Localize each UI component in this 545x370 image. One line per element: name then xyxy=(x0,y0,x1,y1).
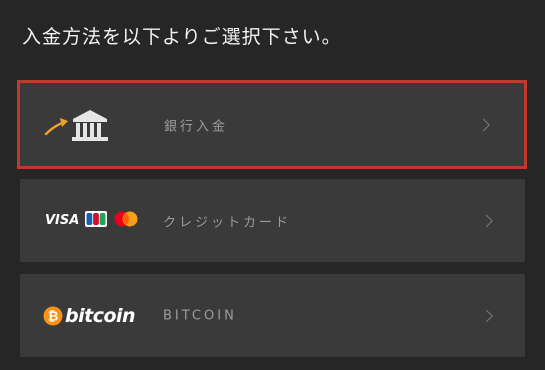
card-brand-logos: VISA xyxy=(45,210,139,231)
jcb-logo xyxy=(85,210,108,231)
chevron-right-icon xyxy=(477,118,490,131)
page-title: 入金方法を以下よりご選択下さい。 xyxy=(22,26,342,48)
option-credit-card[interactable]: VISA クレジットカード xyxy=(20,179,525,262)
option-label: 銀行入金 xyxy=(164,119,229,134)
chevron-right-icon xyxy=(480,309,493,322)
bitcoin-logo: ₿ bitcoin xyxy=(43,304,136,328)
option-label: クレジットカード xyxy=(163,215,292,230)
option-bitcoin[interactable]: ₿ bitcoin BITCOIN xyxy=(20,274,525,357)
option-label: BITCOIN xyxy=(163,308,237,323)
bitcoin-symbol-icon: ₿ xyxy=(43,306,63,325)
bitcoin-wordmark: bitcoin xyxy=(65,304,136,327)
chevron-right-icon xyxy=(480,214,493,227)
option-bank-transfer[interactable]: 銀行入金 xyxy=(17,80,527,169)
visa-logo: VISA xyxy=(45,213,80,228)
bank-icon xyxy=(43,107,113,143)
mastercard-logo xyxy=(113,211,139,231)
payment-method-page: 入金方法を以下よりご選択下さい。 銀行入金 VISA クレジットカード ₿ bi… xyxy=(0,0,545,370)
svg-text:₿: ₿ xyxy=(48,309,59,324)
